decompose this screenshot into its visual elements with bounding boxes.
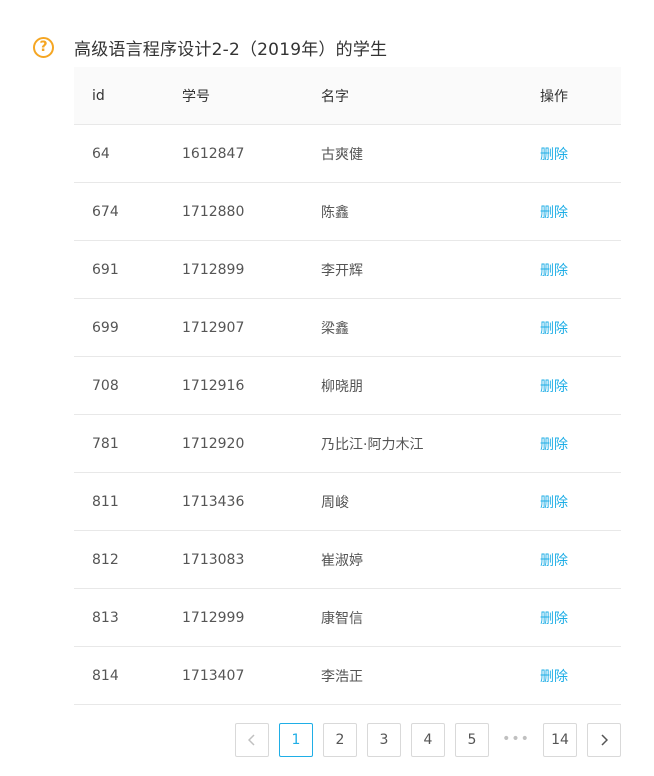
question-circle-icon: ? — [33, 37, 54, 58]
next-page-button[interactable] — [587, 723, 621, 757]
cell-student-no: 1712899 — [182, 240, 321, 299]
cell-name: 乃比江·阿力木江 — [321, 414, 540, 473]
cell-action: 删除 — [540, 240, 621, 299]
chevron-left-icon — [248, 734, 255, 746]
column-header-id: id — [74, 67, 182, 125]
page-button-5[interactable]: 5 — [455, 723, 489, 757]
cell-action: 删除 — [540, 298, 621, 357]
table-row: 708 1712916 柳晓朋 删除 — [74, 356, 621, 415]
cell-action: 删除 — [540, 182, 621, 241]
delete-link[interactable]: 删除 — [540, 553, 568, 569]
cell-name: 柳晓朋 — [321, 356, 540, 415]
table-row: 781 1712920 乃比江·阿力木江 删除 — [74, 414, 621, 473]
cell-id: 64 — [74, 124, 182, 183]
cell-action: 删除 — [540, 472, 621, 531]
pagination: 1 2 3 4 5 ••• 14 — [235, 723, 621, 757]
cell-id: 699 — [74, 298, 182, 357]
delete-link[interactable]: 删除 — [540, 495, 568, 511]
cell-name: 陈鑫 — [321, 182, 540, 241]
pagination-ellipsis[interactable]: ••• — [499, 723, 533, 757]
cell-student-no: 1712920 — [182, 414, 321, 473]
column-header-name: 名字 — [321, 67, 540, 125]
cell-action: 删除 — [540, 356, 621, 415]
column-header-student-no: 学号 — [182, 67, 321, 125]
table-row: 64 1612847 古爽健 删除 — [74, 124, 621, 183]
cell-name: 康智信 — [321, 588, 540, 647]
table-row: 691 1712899 李开辉 删除 — [74, 240, 621, 299]
cell-action: 删除 — [540, 530, 621, 589]
cell-student-no: 1713083 — [182, 530, 321, 589]
column-header-action: 操作 — [540, 67, 621, 125]
chevron-right-icon — [601, 734, 608, 746]
cell-action: 删除 — [540, 646, 621, 705]
cell-id: 674 — [74, 182, 182, 241]
cell-id: 811 — [74, 472, 182, 531]
cell-action: 删除 — [540, 124, 621, 183]
cell-action: 删除 — [540, 588, 621, 647]
table-row: 699 1712907 梁鑫 删除 — [74, 298, 621, 357]
page-button-2[interactable]: 2 — [323, 723, 357, 757]
delete-link[interactable]: 删除 — [540, 321, 568, 337]
table-row: 812 1713083 崔淑婷 删除 — [74, 530, 621, 589]
cell-name: 古爽健 — [321, 124, 540, 183]
cell-name: 崔淑婷 — [321, 530, 540, 589]
cell-student-no: 1612847 — [182, 124, 321, 183]
cell-name: 梁鑫 — [321, 298, 540, 357]
cell-name: 李浩正 — [321, 646, 540, 705]
page-button-last[interactable]: 14 — [543, 723, 577, 757]
delete-link[interactable]: 删除 — [540, 379, 568, 395]
cell-student-no: 1713407 — [182, 646, 321, 705]
table-row: 813 1712999 康智信 删除 — [74, 588, 621, 647]
table-row: 814 1713407 李浩正 删除 — [74, 646, 621, 705]
cell-student-no: 1712999 — [182, 588, 321, 647]
cell-name: 李开辉 — [321, 240, 540, 299]
dialog-header: ? 高级语言程序设计2-2（2019年）的学生 — [33, 35, 387, 60]
page-button-1[interactable]: 1 — [279, 723, 313, 757]
page-button-4[interactable]: 4 — [411, 723, 445, 757]
table-row: 674 1712880 陈鑫 删除 — [74, 182, 621, 241]
delete-link[interactable]: 删除 — [540, 437, 568, 453]
cell-student-no: 1712880 — [182, 182, 321, 241]
cell-id: 708 — [74, 356, 182, 415]
cell-name: 周峻 — [321, 472, 540, 531]
table-header-row: id 学号 名字 操作 — [74, 67, 621, 125]
cell-id: 781 — [74, 414, 182, 473]
cell-id: 813 — [74, 588, 182, 647]
cell-student-no: 1712907 — [182, 298, 321, 357]
cell-action: 删除 — [540, 414, 621, 473]
delete-link[interactable]: 删除 — [540, 147, 568, 163]
cell-id: 814 — [74, 646, 182, 705]
cell-student-no: 1712916 — [182, 356, 321, 415]
dialog-title: 高级语言程序设计2-2（2019年）的学生 — [74, 40, 388, 60]
cell-id: 691 — [74, 240, 182, 299]
delete-link[interactable]: 删除 — [540, 669, 568, 685]
cell-student-no: 1713436 — [182, 472, 321, 531]
prev-page-button[interactable] — [235, 723, 269, 757]
table-row: 811 1713436 周峻 删除 — [74, 472, 621, 531]
students-table: id 学号 名字 操作 64 1612847 古爽健 删除 674 1712880 陈鑫 删除… — [74, 67, 621, 705]
cell-id: 812 — [74, 530, 182, 589]
delete-link[interactable]: 删除 — [540, 263, 568, 279]
page-button-3[interactable]: 3 — [367, 723, 401, 757]
delete-link[interactable]: 删除 — [540, 205, 568, 221]
delete-link[interactable]: 删除 — [540, 611, 568, 627]
